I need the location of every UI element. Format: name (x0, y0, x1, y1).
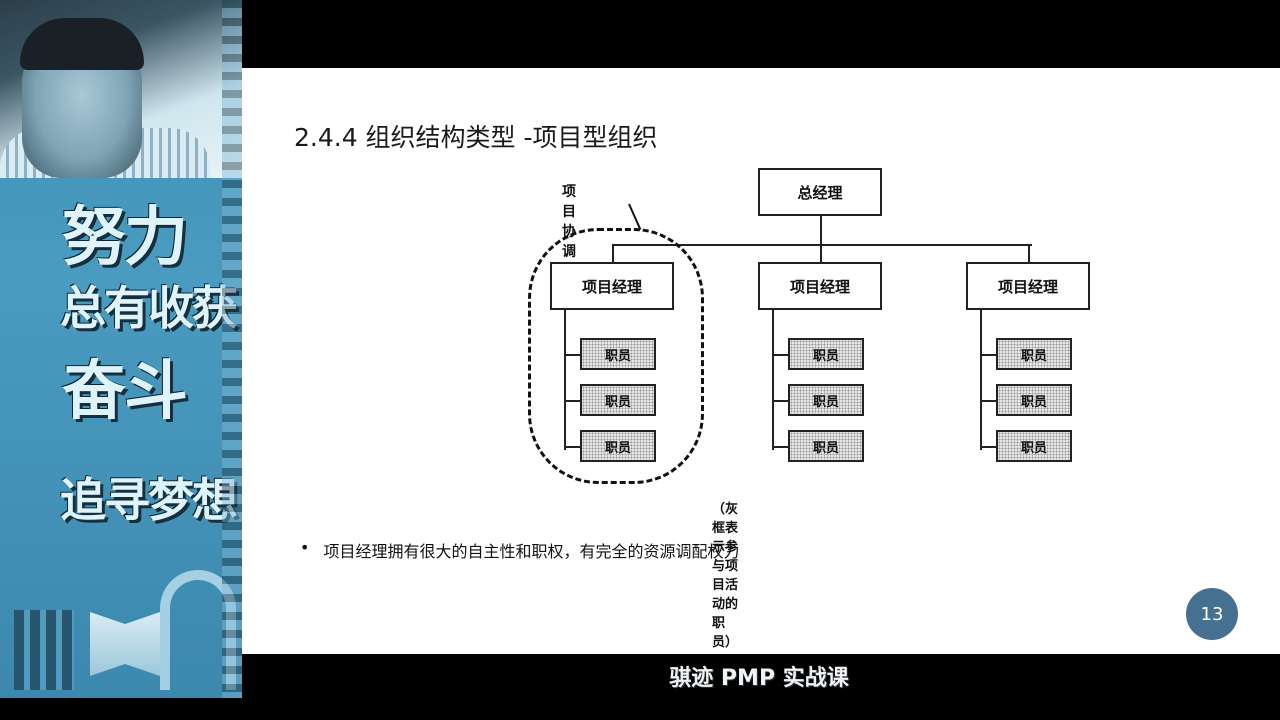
legend-note: （灰框表示参与项目活动的职员） (712, 502, 739, 650)
coordination-label: 项目协调 (562, 184, 576, 260)
bullet-marker: • (300, 538, 310, 557)
staff-box: 职员 (788, 430, 864, 462)
connector-line (772, 446, 788, 448)
presentation-slide: 2.4.4 组织结构类型 -项目型组织 总经理 项目经理 职员 职员 职员 项目… (242, 68, 1280, 654)
connector-line (980, 310, 982, 450)
connector-line (820, 216, 822, 246)
slide-title: 2.4.4 组织结构类型 -项目型组织 (294, 123, 658, 152)
bullet-item: • 项目经理拥有很大的自主性和职权，有完全的资源调配权力 (300, 538, 739, 562)
connector-line (980, 354, 996, 356)
connector-line (1028, 244, 1030, 262)
connector-line (980, 400, 996, 402)
slogan-line: 努力 (62, 201, 188, 275)
bullet-text: 项目经理拥有很大的自主性和职权，有完全的资源调配权力 (323, 542, 740, 561)
connector-line (772, 400, 788, 402)
staff-box: 职员 (996, 384, 1072, 416)
page-number-badge: 13 (1186, 588, 1238, 640)
connector-line (980, 446, 996, 448)
staff-box: 职员 (788, 338, 864, 370)
coordination-dashed-outline (528, 228, 704, 484)
staff-box: 职员 (996, 430, 1072, 462)
slogan-line: 总有收获 (60, 281, 238, 335)
coordination-pointer-line (628, 203, 642, 230)
project-manager-box: 项目经理 (966, 262, 1090, 310)
connector-line (772, 310, 774, 450)
slogan-line: 追寻梦想 (60, 473, 238, 527)
video-caption: 骐迹 PMP 实战课 (669, 666, 849, 691)
project-manager-box: 项目经理 (758, 262, 882, 310)
presenter-hair (20, 18, 144, 70)
staff-box: 职员 (788, 384, 864, 416)
left-poster: 努力 总有收获 奋斗 追寻梦想 (0, 0, 242, 698)
staff-box: 职员 (996, 338, 1072, 370)
slogan-line: 奋斗 (62, 355, 188, 429)
connector-line (820, 244, 822, 262)
webcam-video (0, 0, 242, 178)
general-manager-box: 总经理 (758, 168, 882, 216)
connector-line (772, 354, 788, 356)
